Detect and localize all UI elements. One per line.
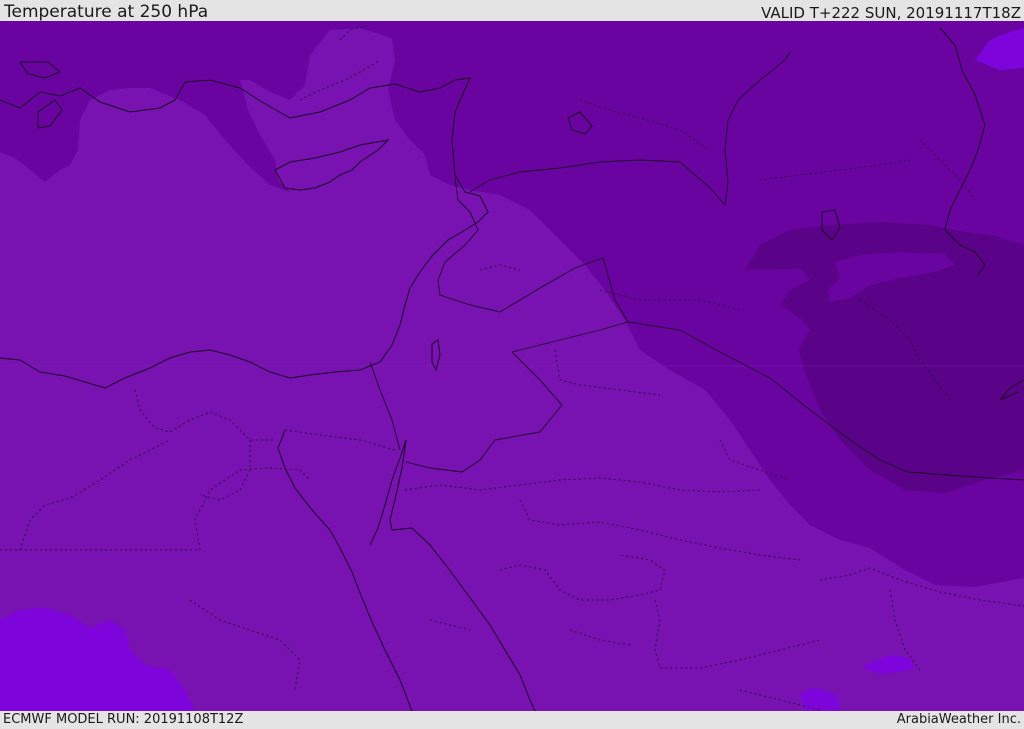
valid-time-label: VALID T+222 SUN, 20191117T18Z [761,4,1021,22]
header-bar: Temperature at 250 hPa VALID T+222 SUN, … [0,0,1024,21]
temperature-map-svg [0,21,1024,711]
map-canvas [0,21,1024,711]
map-title: Temperature at 250 hPa [4,2,209,22]
footer-bar: ECMWF MODEL RUN: 20191108T12Z ArabiaWeat… [0,711,1024,729]
model-run-label: ECMWF MODEL RUN: 20191108T12Z [3,712,244,727]
credit-label: ArabiaWeather Inc. [896,712,1021,727]
weather-map-frame: Temperature at 250 hPa VALID T+222 SUN, … [0,0,1024,729]
